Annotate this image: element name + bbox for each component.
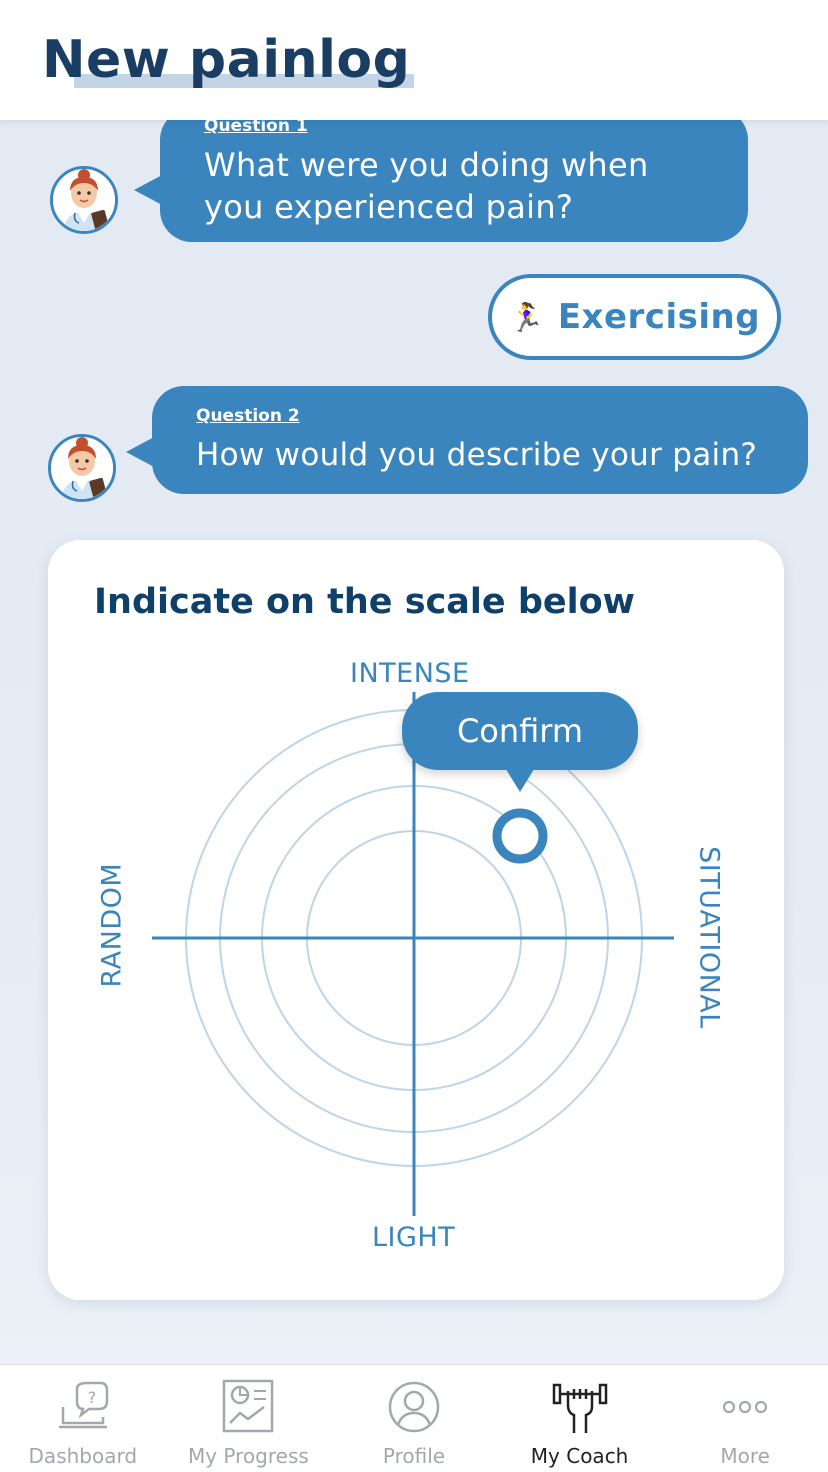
- nav-label-dashboard: Dashboard: [28, 1444, 138, 1468]
- dashboard-help-icon: ?: [58, 1381, 109, 1429]
- coach-avatar: [50, 166, 118, 234]
- nav-item-more[interactable]: More: [662, 1365, 828, 1472]
- nurse-avatar-icon: [53, 169, 115, 231]
- confirm-button[interactable]: Confirm: [402, 692, 638, 770]
- app-header: New painlog: [0, 0, 828, 120]
- nurse-avatar-icon: [51, 437, 113, 499]
- nav-label-more: More: [720, 1444, 770, 1468]
- dumbbell-hand-icon: [552, 1383, 607, 1433]
- profile-icon: [388, 1381, 440, 1433]
- pain-scale-card: Indicate on the scale below INTENSE LIGH…: [48, 540, 784, 1300]
- axis-label-light: LIGHT: [372, 1222, 456, 1253]
- nav-item-my-progress[interactable]: My Progress: [166, 1365, 332, 1472]
- axis-label-intense: INTENSE: [350, 658, 470, 689]
- svg-text:?: ?: [88, 1388, 97, 1407]
- question-2-label: Question 2: [196, 406, 300, 426]
- coach-avatar: [48, 434, 116, 502]
- question-2-text: How would you describe your pain?: [196, 437, 758, 473]
- question-1-bubble: Question 1 What were you doing when you …: [134, 108, 748, 242]
- nav-label-my-progress: My Progress: [187, 1444, 309, 1468]
- bottom-navigation: ? Dashboard My Progress Profile My Coach…: [0, 1364, 828, 1472]
- nav-item-my-coach[interactable]: My Coach: [497, 1365, 663, 1472]
- progress-chart-icon: [223, 1379, 274, 1433]
- answer-exercising-label: Exercising: [557, 297, 761, 337]
- scale-marker-handle[interactable]: [492, 808, 548, 864]
- page-title: New painlog: [42, 30, 411, 90]
- question-2-bubble: Question 2 How would you describe your p…: [126, 386, 808, 494]
- answer-exercising-button[interactable]: 🏃‍♀️ Exercising: [488, 274, 781, 360]
- more-dots-icon: [723, 1400, 768, 1414]
- nav-label-profile: Profile: [382, 1444, 446, 1468]
- nav-label-my-coach: My Coach: [530, 1444, 629, 1468]
- axis-label-situational: SITUATIONAL: [693, 846, 725, 1029]
- axis-label-random: RANDOM: [96, 862, 128, 988]
- question-1-text-line-2: you experienced pain?: [204, 188, 574, 226]
- confirm-pointer: [504, 766, 536, 792]
- nav-item-dashboard[interactable]: ? Dashboard: [0, 1365, 166, 1472]
- runner-icon: 🏃‍♀️: [508, 300, 544, 334]
- question-1-text-line-1: What were you doing when: [204, 146, 649, 184]
- nav-item-profile[interactable]: Profile: [331, 1365, 497, 1472]
- pain-scale-chart[interactable]: [48, 540, 784, 1300]
